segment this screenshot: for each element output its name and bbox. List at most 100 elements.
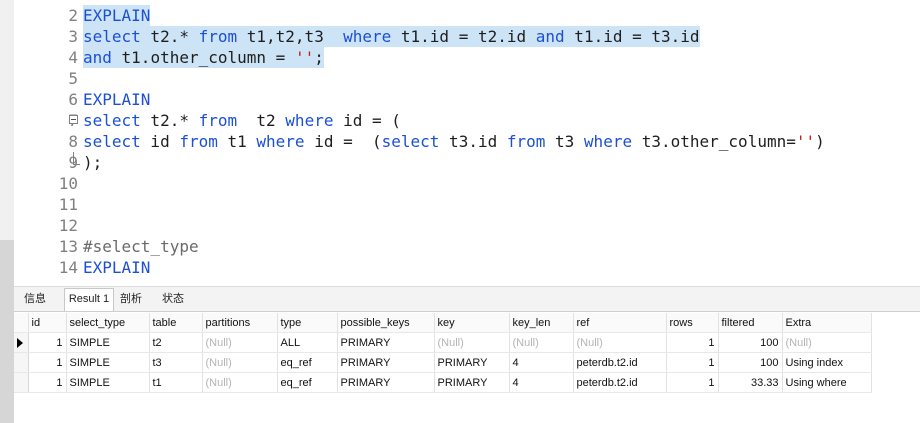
sql-token: t3.other_column= <box>632 132 796 151</box>
result-grid[interactable]: id select_type table partitions type possible… <box>14 313 872 393</box>
code-line[interactable]: 3 select t2.* from t1,t2,t3 where t1.id =… <box>14 26 920 47</box>
sql-keyword: and <box>535 27 565 46</box>
result-tab[interactable]: Result 1 <box>64 288 114 311</box>
table-row[interactable]: 1 SIMPLE t3 (Null) eq_ref PRIMARY PRIMARY 4 pete… <box>14 352 872 373</box>
fold-end-icon <box>73 152 80 165</box>
code-line[interactable]: 14 EXPLAIN <box>14 257 920 278</box>
table-cell[interactable]: peterdb.t2.id <box>573 372 667 393</box>
code-line[interactable]: 8 select id from t1 where id = (select t3… <box>14 131 920 152</box>
table-cell[interactable]: Using index <box>782 352 872 373</box>
sql-keyword: select <box>381 132 440 151</box>
column-header[interactable]: partitions <box>202 313 278 333</box>
fold-collapse-icon[interactable] <box>69 115 78 124</box>
table-cell[interactable]: t1 <box>149 372 203 393</box>
result-tab[interactable]: 剖析 <box>114 289 148 309</box>
sql-string: '' <box>795 132 816 151</box>
table-cell[interactable]: SIMPLE <box>66 372 150 393</box>
table-cell[interactable]: Using where <box>782 372 872 393</box>
line-number: 8 <box>68 132 78 151</box>
code-line[interactable]: 11 <box>14 194 920 215</box>
table-cell[interactable]: PRIMARY <box>337 332 435 353</box>
row-marker[interactable] <box>14 332 29 353</box>
column-header[interactable]: select_type <box>66 313 150 333</box>
left-gutter-strip <box>0 0 14 423</box>
table-cell[interactable]: 4 <box>509 372 574 393</box>
result-tab[interactable]: 状态 <box>156 289 190 309</box>
code-line[interactable]: 5 <box>14 68 920 89</box>
column-header[interactable]: key <box>434 313 510 333</box>
sql-keyword: select <box>83 132 141 151</box>
column-header[interactable]: ref <box>573 313 667 333</box>
table-row[interactable]: 1 SIMPLE t1 (Null) eq_ref PRIMARY PRIMARY 4 pete… <box>14 372 872 393</box>
column-header[interactable]: type <box>277 313 338 333</box>
table-cell[interactable]: t3 <box>149 352 203 373</box>
table-cell[interactable]: 100 <box>718 352 783 373</box>
code-text: EXPLAIN <box>83 5 151 26</box>
code-text: EXPLAIN <box>83 89 150 110</box>
line-number: 10 <box>58 174 78 193</box>
table-cell[interactable]: 100 <box>718 332 783 353</box>
table-cell[interactable]: PRIMARY <box>337 372 435 393</box>
row-marker[interactable] <box>14 352 29 373</box>
column-header[interactable]: table <box>149 313 203 333</box>
line-number: 2 <box>68 6 78 25</box>
column-header[interactable]: Extra <box>782 313 872 333</box>
table-cell[interactable]: 1 <box>666 352 719 373</box>
sql-token: t1.id = t3.id <box>564 27 700 46</box>
table-cell[interactable]: SIMPLE <box>66 352 150 373</box>
table-cell[interactable]: 33.33 <box>718 372 783 393</box>
table-cell[interactable]: 1 <box>28 352 67 373</box>
table-cell[interactable]: peterdb.t2.id <box>573 352 667 373</box>
table-cell[interactable]: (Null) <box>782 332 872 353</box>
sql-keyword: from <box>198 111 238 130</box>
result-tab[interactable]: 信息 <box>20 289 50 309</box>
table-row[interactable]: 1 SIMPLE t2 (Null) ALL PRIMARY (Null) (Null) (Nu… <box>14 332 872 353</box>
table-cell[interactable]: (Null) <box>509 332 574 353</box>
line-number: 11 <box>58 195 78 214</box>
code-line[interactable]: 7select t2.* from t2 where id = ( <box>14 110 920 131</box>
column-header[interactable]: rows <box>666 313 719 333</box>
table-cell[interactable]: 1 <box>28 372 67 393</box>
code-line[interactable]: 6 EXPLAIN <box>14 89 920 110</box>
code-line[interactable]: 4 and t1.other_column = ''; <box>14 47 920 68</box>
column-header[interactable]: filtered <box>718 313 783 333</box>
table-cell[interactable]: 1 <box>666 332 719 353</box>
table-cell[interactable]: 1 <box>666 372 719 393</box>
table-cell[interactable]: (Null) <box>202 352 278 373</box>
table-cell[interactable]: ALL <box>277 332 338 353</box>
table-cell[interactable]: PRIMARY <box>434 372 510 393</box>
column-header[interactable]: possible_keys <box>337 313 435 333</box>
column-header[interactable]: key_len <box>509 313 574 333</box>
column-header[interactable]: id <box>28 313 67 333</box>
sql-editor[interactable]: 2 EXPLAIN 3 select t2.* from t1,t2,t3 where… <box>14 0 920 286</box>
sql-string: '' <box>294 48 315 67</box>
table-cell[interactable]: t2 <box>149 332 203 353</box>
line-number: 4 <box>68 48 78 67</box>
sql-token: id = ( <box>304 132 382 151</box>
table-cell[interactable]: (Null) <box>434 332 510 353</box>
code-line[interactable]: 2 EXPLAIN <box>14 5 920 26</box>
sql-token: id <box>140 132 180 151</box>
line-number: 6 <box>68 90 78 109</box>
current-row-arrow-icon <box>17 337 23 348</box>
table-cell[interactable]: eq_ref <box>277 352 338 373</box>
code-line[interactable]: 10 <box>14 173 920 194</box>
table-cell[interactable]: PRIMARY <box>337 352 435 373</box>
table-cell[interactable]: 1 <box>28 332 67 353</box>
code-text: EXPLAIN <box>83 257 150 278</box>
grid-corner <box>14 313 29 333</box>
table-cell[interactable]: SIMPLE <box>66 332 150 353</box>
table-cell[interactable]: (Null) <box>573 332 667 353</box>
row-marker[interactable] <box>14 372 29 393</box>
table-cell[interactable]: 4 <box>509 352 574 373</box>
sql-keyword: where <box>343 27 392 46</box>
table-cell[interactable]: (Null) <box>202 332 278 353</box>
code-line[interactable]: 9); <box>14 152 920 173</box>
table-cell[interactable]: (Null) <box>202 372 278 393</box>
line-number: 14 <box>58 258 78 277</box>
table-cell[interactable]: PRIMARY <box>434 352 510 373</box>
code-line[interactable]: 12 <box>14 215 920 236</box>
table-cell[interactable]: eq_ref <box>277 372 338 393</box>
sql-token: t2.* <box>140 111 199 130</box>
code-line[interactable]: 13 #select_type <box>14 236 920 257</box>
